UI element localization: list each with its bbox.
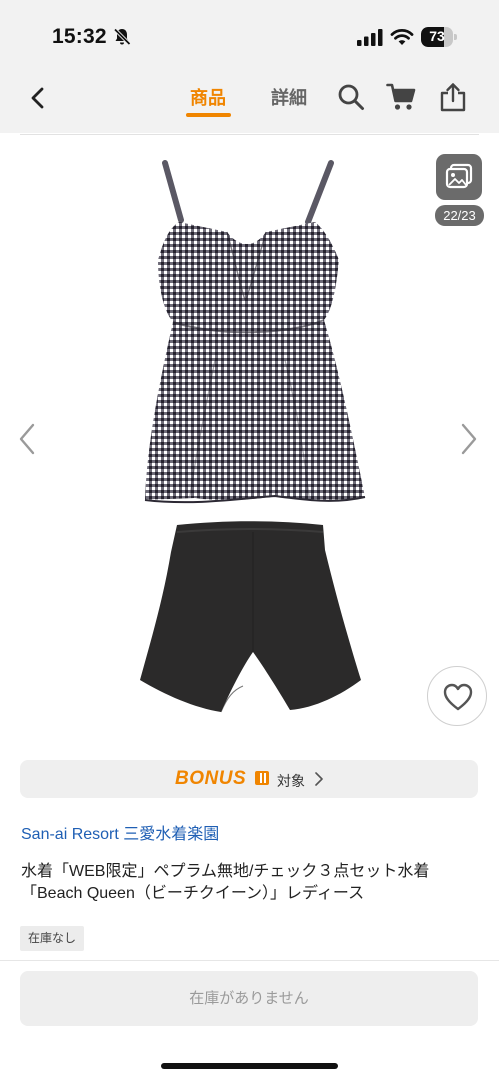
stock-status-badge: 在庫なし	[20, 926, 85, 951]
product-image[interactable]	[125, 160, 375, 716]
wifi-icon	[390, 28, 414, 45]
previous-image-arrow-icon[interactable]	[15, 421, 39, 457]
image-gallery-icon	[445, 163, 473, 189]
header-divider	[20, 134, 479, 135]
product-gallery[interactable]: 22/23	[0, 136, 499, 740]
next-image-arrow-icon[interactable]	[457, 421, 481, 457]
footer-divider	[0, 960, 499, 961]
cellular-signal-icon	[357, 29, 383, 46]
nav-bar: 商品 詳細	[0, 72, 499, 133]
status-bar: 15:32 73	[0, 0, 499, 72]
tab-details[interactable]: 詳細	[271, 84, 307, 110]
status-time: 15:32	[52, 25, 107, 48]
share-icon[interactable]	[438, 82, 468, 112]
favorite-button[interactable]	[427, 666, 487, 726]
home-indicator[interactable]	[161, 1063, 338, 1069]
back-arrow-icon[interactable]	[24, 84, 52, 112]
heart-icon	[443, 683, 473, 711]
bonus-logo: BONUS	[175, 768, 247, 789]
image-counter: 22/23	[435, 205, 484, 226]
cart-icon[interactable]	[386, 82, 416, 112]
bonus-banner[interactable]: BONUS 対象	[20, 760, 478, 798]
brand-link[interactable]: San-ai Resort 三愛水着楽園	[21, 820, 219, 844]
gallery-view-button[interactable]	[436, 154, 482, 200]
bonus-eligible-label: 対象	[277, 773, 305, 789]
silent-bell-icon	[113, 28, 131, 46]
out-of-stock-button: 在庫がありません	[20, 971, 478, 1026]
active-tab-indicator	[186, 113, 231, 117]
search-icon[interactable]	[336, 82, 366, 112]
tab-product[interactable]: 商品	[190, 84, 226, 110]
chevron-right-icon	[315, 772, 323, 786]
battery-indicator: 73	[421, 27, 457, 47]
bonus-badge-icon	[255, 771, 269, 785]
battery-body: 73	[421, 27, 453, 47]
battery-cap	[454, 34, 457, 40]
product-title: 水着「WEB限定」ペプラム無地/チェック３点セット水着「Beach Queen（…	[21, 863, 430, 902]
top-bar: 15:32 73 商品 詳細	[0, 0, 499, 133]
battery-percent: 73	[429, 28, 445, 44]
